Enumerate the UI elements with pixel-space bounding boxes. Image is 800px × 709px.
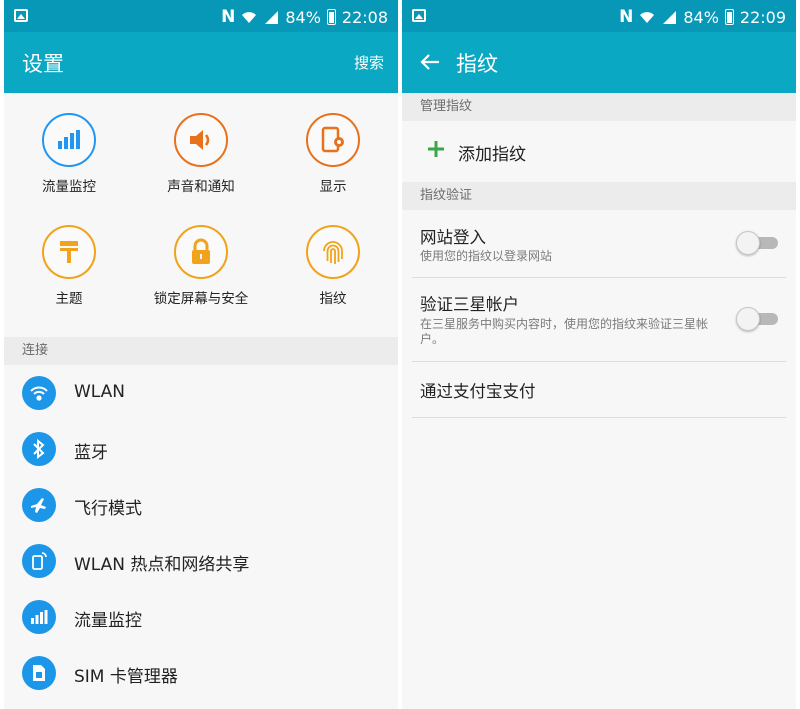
nfc-icon: N <box>221 7 236 27</box>
status-bar: N 84% 22:08 <box>4 0 398 32</box>
app-bar: 设置 搜索 <box>4 32 398 93</box>
tile-lock-security[interactable]: 锁定屏幕与安全 <box>136 225 266 307</box>
signal-icon <box>663 11 677 24</box>
data-usage-icon <box>22 600 56 634</box>
tile-label: 流量监控 <box>42 179 96 195</box>
tile-display[interactable]: 显示 <box>268 113 398 195</box>
battery-icon <box>724 9 734 25</box>
data-usage-icon <box>42 113 96 167</box>
app-bar: 指纹 <box>402 32 796 93</box>
battery-icon <box>326 9 336 25</box>
tile-label: 锁定屏幕与安全 <box>153 291 249 307</box>
battery-percent: 84% <box>285 7 321 27</box>
tile-fingerprint[interactable]: 指纹 <box>268 225 398 307</box>
web-signin-subtitle: 使用您的指纹以登录网站 <box>420 249 553 263</box>
web-signin-title: 网站登入 <box>420 228 486 247</box>
list-item-sim-manager[interactable]: SIM 卡管理器 <box>4 646 398 702</box>
back-arrow-icon[interactable] <box>418 50 442 74</box>
wifi-icon <box>22 376 56 410</box>
list-item-label: 蓝牙 <box>74 443 108 463</box>
nfc-icon: N <box>619 7 634 27</box>
list-item-label: WLAN 热点和网络共享 <box>74 555 250 575</box>
fingerprint-icon <box>306 225 360 279</box>
list-item-label: WLAN <box>74 382 126 402</box>
section-header-manage: 管理指纹 <box>402 93 796 121</box>
bluetooth-icon <box>22 432 56 466</box>
alipay-row[interactable]: 通过支付宝支付 <box>412 362 786 418</box>
page-title: 指纹 <box>456 52 498 76</box>
web-signin-row[interactable]: 网站登入 使用您的指纹以登录网站 <box>412 210 786 278</box>
list-item-hotspot[interactable]: WLAN 热点和网络共享 <box>4 534 398 590</box>
page-title: 设置 <box>22 52 64 76</box>
list-item-label: 流量监控 <box>74 611 142 631</box>
list-item-airplane[interactable]: 飞行模式 <box>4 478 398 534</box>
add-fingerprint-button[interactable]: 添加指纹 <box>402 120 796 182</box>
fingerprint-screen: N 84% 22:09 指纹 管理指纹 添加指纹 指纹验证 网站登入 使用您的指… <box>402 0 796 709</box>
samsung-account-toggle[interactable] <box>736 307 778 331</box>
list-item-label: 飞行模式 <box>74 499 142 519</box>
section-header-connections: 连接 <box>4 337 398 365</box>
settings-screen: N 84% 22:08 设置 搜索 流量监控 声音和通知 显示 主题 锁定屏幕与… <box>4 0 398 709</box>
lock-icon <box>174 225 228 279</box>
signal-icon <box>265 11 279 24</box>
wifi-status-icon <box>242 12 257 23</box>
airplane-icon <box>22 488 56 522</box>
alipay-label: 通过支付宝支付 <box>420 382 536 401</box>
list-item-data-usage[interactable]: 流量监控 <box>4 590 398 646</box>
plus-icon <box>428 141 444 157</box>
clock: 22:09 <box>739 7 786 27</box>
gallery-notification-icon <box>14 9 28 22</box>
tile-label: 指纹 <box>319 291 347 307</box>
list-item-label: SIM 卡管理器 <box>74 667 178 687</box>
tile-sound[interactable]: 声音和通知 <box>136 113 266 195</box>
tile-theme[interactable]: 主题 <box>4 225 134 307</box>
status-bar: N 84% 22:09 <box>402 0 796 32</box>
samsung-account-row[interactable]: 验证三星帐户 在三星服务中购买内容时，使用您的指纹来验证三星帐户。 <box>412 278 786 362</box>
gallery-notification-icon <box>412 9 426 22</box>
clock: 22:08 <box>341 7 388 27</box>
add-fingerprint-label: 添加指纹 <box>458 145 526 165</box>
wifi-status-icon <box>640 12 655 23</box>
battery-percent: 84% <box>683 7 719 27</box>
section-header-verify: 指纹验证 <box>402 182 796 210</box>
list-item-bluetooth[interactable]: 蓝牙 <box>4 422 398 478</box>
hotspot-icon <box>22 544 56 578</box>
samsung-account-subtitle: 在三星服务中购买内容时，使用您的指纹来验证三星帐户。 <box>420 317 709 346</box>
list-item-wlan[interactable]: WLAN <box>4 366 398 422</box>
quick-settings-grid: 流量监控 声音和通知 显示 主题 锁定屏幕与安全 指纹 <box>4 93 398 337</box>
sound-icon <box>174 113 228 167</box>
sim-card-icon <box>22 656 56 690</box>
tile-label: 显示 <box>319 179 347 195</box>
display-icon <box>306 113 360 167</box>
theme-brush-icon <box>42 225 96 279</box>
web-signin-toggle[interactable] <box>736 231 778 255</box>
tile-label: 声音和通知 <box>167 179 235 195</box>
tile-data-usage[interactable]: 流量监控 <box>4 113 134 195</box>
tile-label: 主题 <box>55 291 83 307</box>
search-button[interactable]: 搜索 <box>354 52 384 73</box>
samsung-account-title: 验证三星帐户 <box>420 295 519 314</box>
